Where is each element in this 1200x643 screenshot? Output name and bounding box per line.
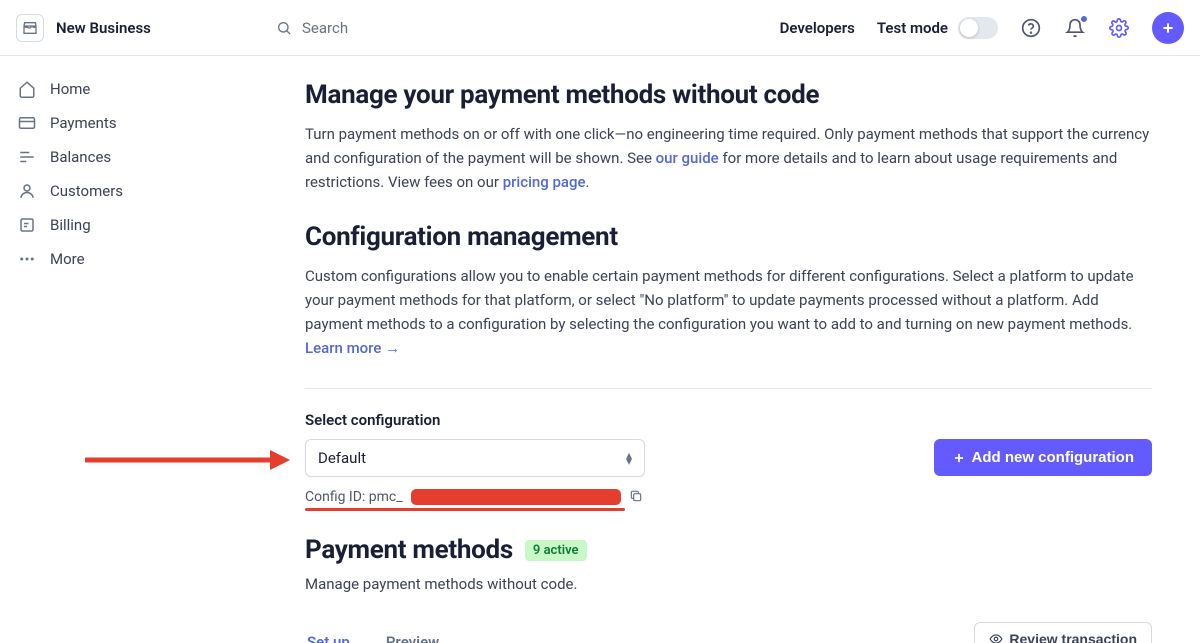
config-id-redacted [411,489,621,505]
sidebar-item-label: Home [50,80,90,98]
search-icon [276,20,292,36]
sidebar-item-label: Billing [50,216,91,234]
search-input[interactable]: Search [276,19,760,37]
select-config-label: Select configuration [305,411,1152,429]
config-select-value: Default [318,449,366,467]
brand-name: New Business [56,19,151,37]
sidebar-item-label: More [50,250,85,268]
manage-description: Turn payment methods on or off with one … [305,122,1152,194]
more-icon [18,250,36,268]
annotation-underline [305,508,625,511]
home-icon [18,80,36,98]
tabs: Set up Preview [305,621,441,643]
notification-dot [1080,15,1088,23]
copy-icon[interactable] [629,489,645,505]
active-badge: 9 active [525,540,587,561]
sidebar-item-payments[interactable]: Payments [0,106,185,140]
sidebar-item-label: Balances [50,148,111,166]
developers-link[interactable]: Developers [780,19,855,37]
sidebar-item-customers[interactable]: Customers [0,174,185,208]
config-id-row: Config ID: pmc_ [305,489,1152,505]
config-id-prefix: Config ID: pmc_ [305,489,403,505]
review-transaction-label: Review transaction [1009,631,1137,643]
brand: New Business [16,14,256,42]
pricing-page-link[interactable]: pricing page [503,173,586,191]
manage-heading: Manage your payment methods without code [305,80,1152,110]
card-icon [18,114,36,132]
plus-icon [952,451,966,465]
create-button[interactable] [1152,12,1184,44]
sidebar-item-label: Payments [50,114,117,132]
payment-methods-sub: Manage payment methods without code. [305,575,1152,593]
config-select[interactable]: Default ▴▾ [305,439,645,477]
payment-methods-heading: Payment methods [305,535,513,565]
our-guide-link[interactable]: our guide [656,149,719,167]
config-mgmt-heading: Configuration management [305,222,1152,252]
divider [305,388,1152,389]
chevron-updown-icon: ▴▾ [626,452,632,464]
test-mode-toggle[interactable] [958,17,998,39]
add-config-button[interactable]: Add new configuration [934,439,1153,476]
tab-setup[interactable]: Set up [305,621,352,643]
store-icon [16,14,44,42]
learn-more-link[interactable]: Learn more → [305,339,400,357]
settings-icon[interactable] [1108,17,1130,39]
receipt-icon [18,216,36,234]
sidebar-item-label: Customers [50,182,123,200]
test-mode-label: Test mode [877,19,948,37]
sidebar-item-more[interactable]: More [0,242,185,276]
config-mgmt-description: Custom configurations allow you to enabl… [305,264,1152,360]
notifications-icon[interactable] [1064,17,1086,39]
add-config-label: Add new configuration [972,449,1135,466]
help-icon[interactable] [1020,17,1042,39]
tab-preview[interactable]: Preview [384,621,441,643]
person-icon [18,182,36,200]
sidebar-item-home[interactable]: Home [0,72,185,106]
review-transaction-button[interactable]: Review transaction [974,622,1152,643]
sidebar-item-balances[interactable]: Balances [0,140,185,174]
main-content: Manage your payment methods without code… [185,56,1200,643]
balances-icon [18,148,36,166]
sidebar-item-billing[interactable]: Billing [0,208,185,242]
eye-icon [989,632,1003,643]
sidebar: Home Payments Balances Customers Billing… [0,56,185,643]
search-placeholder: Search [302,19,348,37]
